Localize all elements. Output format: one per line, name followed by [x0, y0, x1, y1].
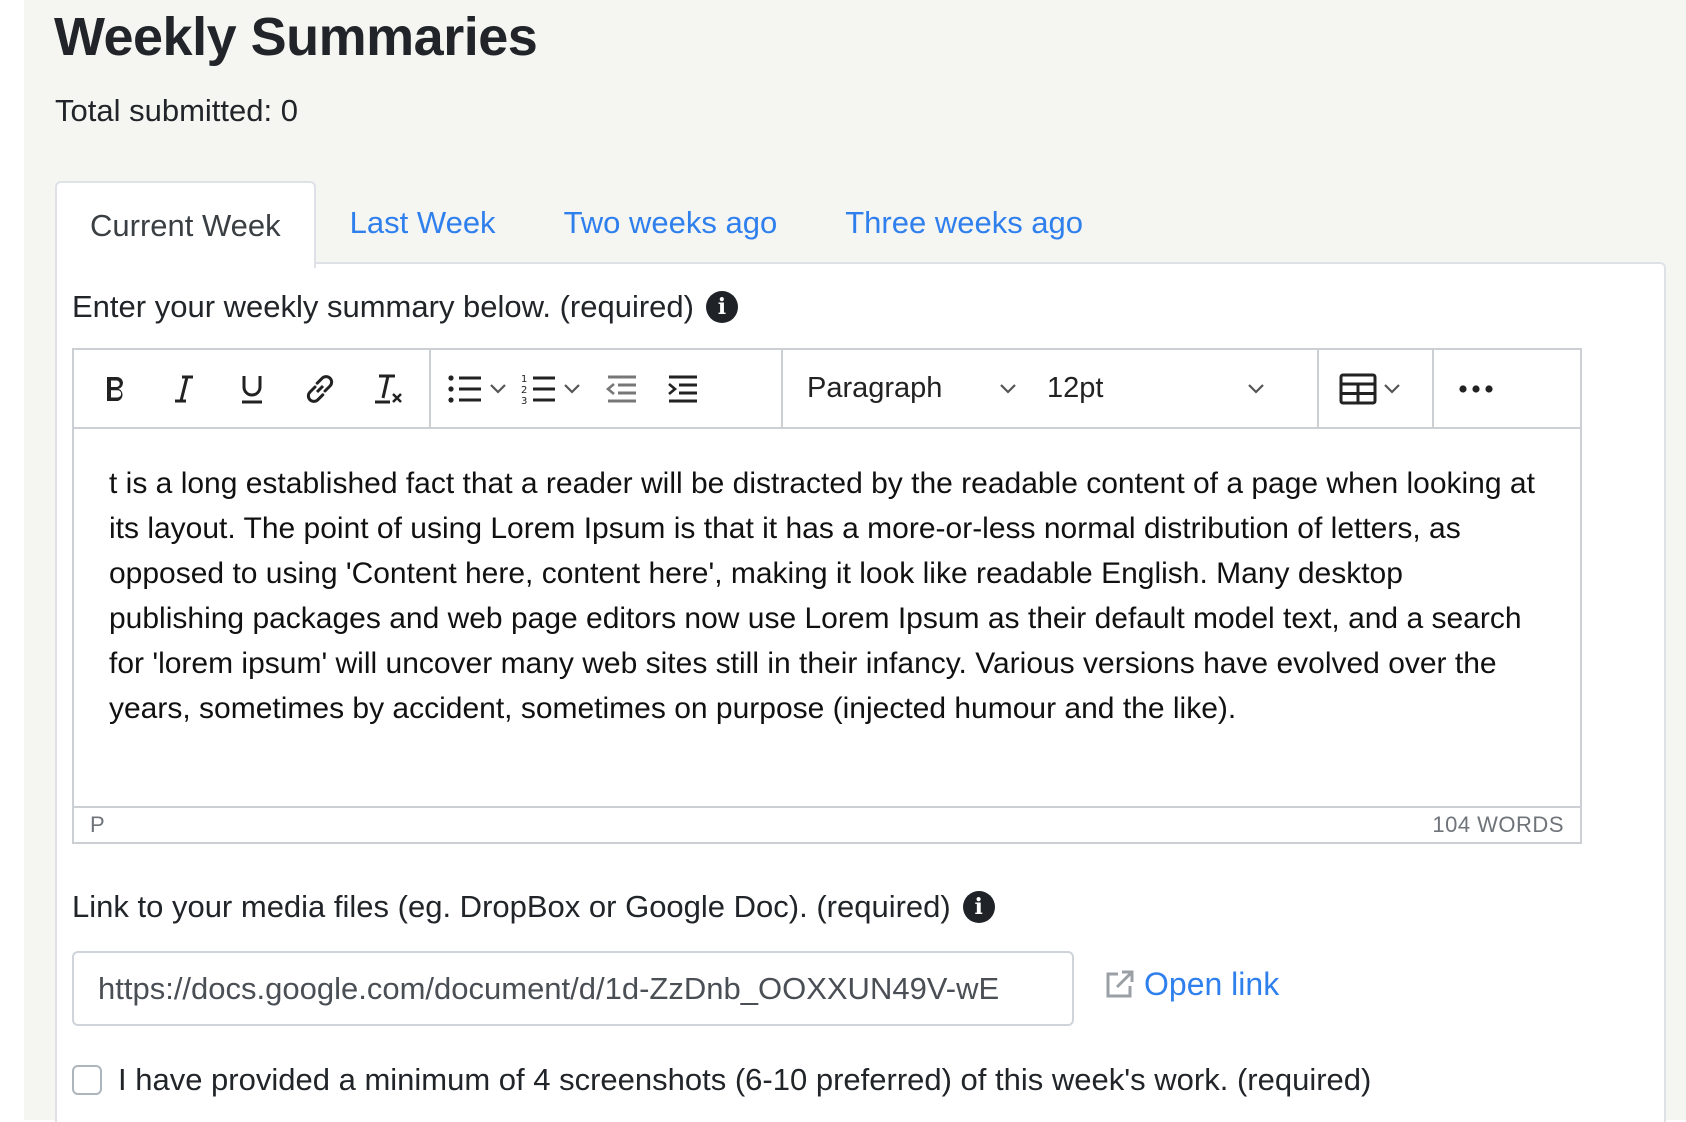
info-icon[interactable]: i [705, 291, 738, 323]
tab-last-week[interactable]: Last Week [316, 181, 530, 264]
element-path[interactable]: P [90, 812, 105, 838]
toolbar-table-group [1319, 350, 1434, 427]
toolbar-list-group: 123 [431, 350, 783, 427]
tab-three-weeks-ago[interactable]: Three weeks ago [811, 181, 1117, 264]
bullet-list-button[interactable] [443, 373, 517, 405]
chevron-down-icon [1248, 383, 1264, 394]
font-size-select[interactable]: 12pt [1029, 350, 1285, 427]
underline-icon[interactable] [218, 350, 286, 427]
rich-text-editor: 123 Paragraph 12pt t is a long establish… [72, 348, 1582, 844]
info-icon[interactable]: i [962, 891, 995, 923]
media-link-label: Link to your media files (eg. DropBox or… [72, 889, 951, 924]
table-button[interactable] [1339, 373, 1407, 405]
total-submitted: Total submitted: 0 [55, 93, 298, 128]
screenshots-checkbox[interactable] [72, 1065, 102, 1095]
chevron-down-icon [490, 383, 506, 394]
external-link-icon [1106, 970, 1134, 997]
summary-label: Enter your weekly summary below. (requir… [72, 289, 694, 324]
clear-formatting-icon[interactable] [354, 350, 422, 427]
svg-text:1: 1 [521, 374, 527, 385]
numbered-list-button[interactable]: 123 [517, 372, 591, 406]
bold-icon[interactable] [82, 350, 150, 427]
page-title: Weekly Summaries [54, 7, 538, 67]
font-size-value: 12pt [1047, 372, 1104, 404]
tab-current-week[interactable]: Current Week [55, 181, 316, 268]
editor-statusbar: P 104 WORDS [74, 806, 1580, 842]
screenshots-check-label: I have provided a minimum of 4 screensho… [118, 1062, 1372, 1097]
editor-paragraph: t is a long established fact that a read… [109, 467, 1535, 725]
toolbar-format-group [74, 350, 431, 427]
outdent-icon[interactable] [591, 350, 651, 427]
italic-icon[interactable] [150, 350, 218, 427]
media-link-input[interactable] [72, 951, 1074, 1026]
screenshots-check-row: I have provided a minimum of 4 screensho… [72, 1062, 1371, 1098]
svg-text:3: 3 [521, 396, 527, 406]
tab-two-weeks-ago[interactable]: Two weeks ago [530, 181, 812, 264]
more-icon[interactable] [1454, 350, 1498, 427]
toolbar-select-group: Paragraph 12pt [783, 350, 1319, 427]
link-icon[interactable] [286, 350, 354, 427]
table-icon [1339, 373, 1377, 404]
indent-icon[interactable] [651, 350, 713, 427]
bullet-list-icon [448, 374, 481, 403]
open-link-label: Open link [1144, 966, 1280, 1002]
media-label-row: Link to your media files (eg. DropBox or… [72, 887, 995, 927]
editor-content-area[interactable]: t is a long established fact that a read… [74, 429, 1580, 804]
editor-toolbar: 123 Paragraph 12pt [74, 350, 1580, 429]
chevron-down-icon [564, 383, 580, 394]
numbered-list-icon: 123 [521, 374, 555, 406]
chevron-down-icon [1384, 383, 1400, 394]
summary-label-row: Enter your weekly summary below. (requir… [72, 287, 738, 327]
block-format-select[interactable]: Paragraph [783, 350, 1029, 427]
block-format-value: Paragraph [807, 372, 943, 404]
toolbar-more-group [1434, 350, 1580, 427]
svg-text:2: 2 [521, 385, 527, 396]
open-link-button[interactable]: Open link [1102, 966, 1279, 1003]
chevron-down-icon [1000, 383, 1016, 394]
word-count[interactable]: 104 WORDS [1432, 812, 1564, 838]
week-tabs: Current Week Last Week Two weeks ago Thr… [55, 181, 1117, 268]
